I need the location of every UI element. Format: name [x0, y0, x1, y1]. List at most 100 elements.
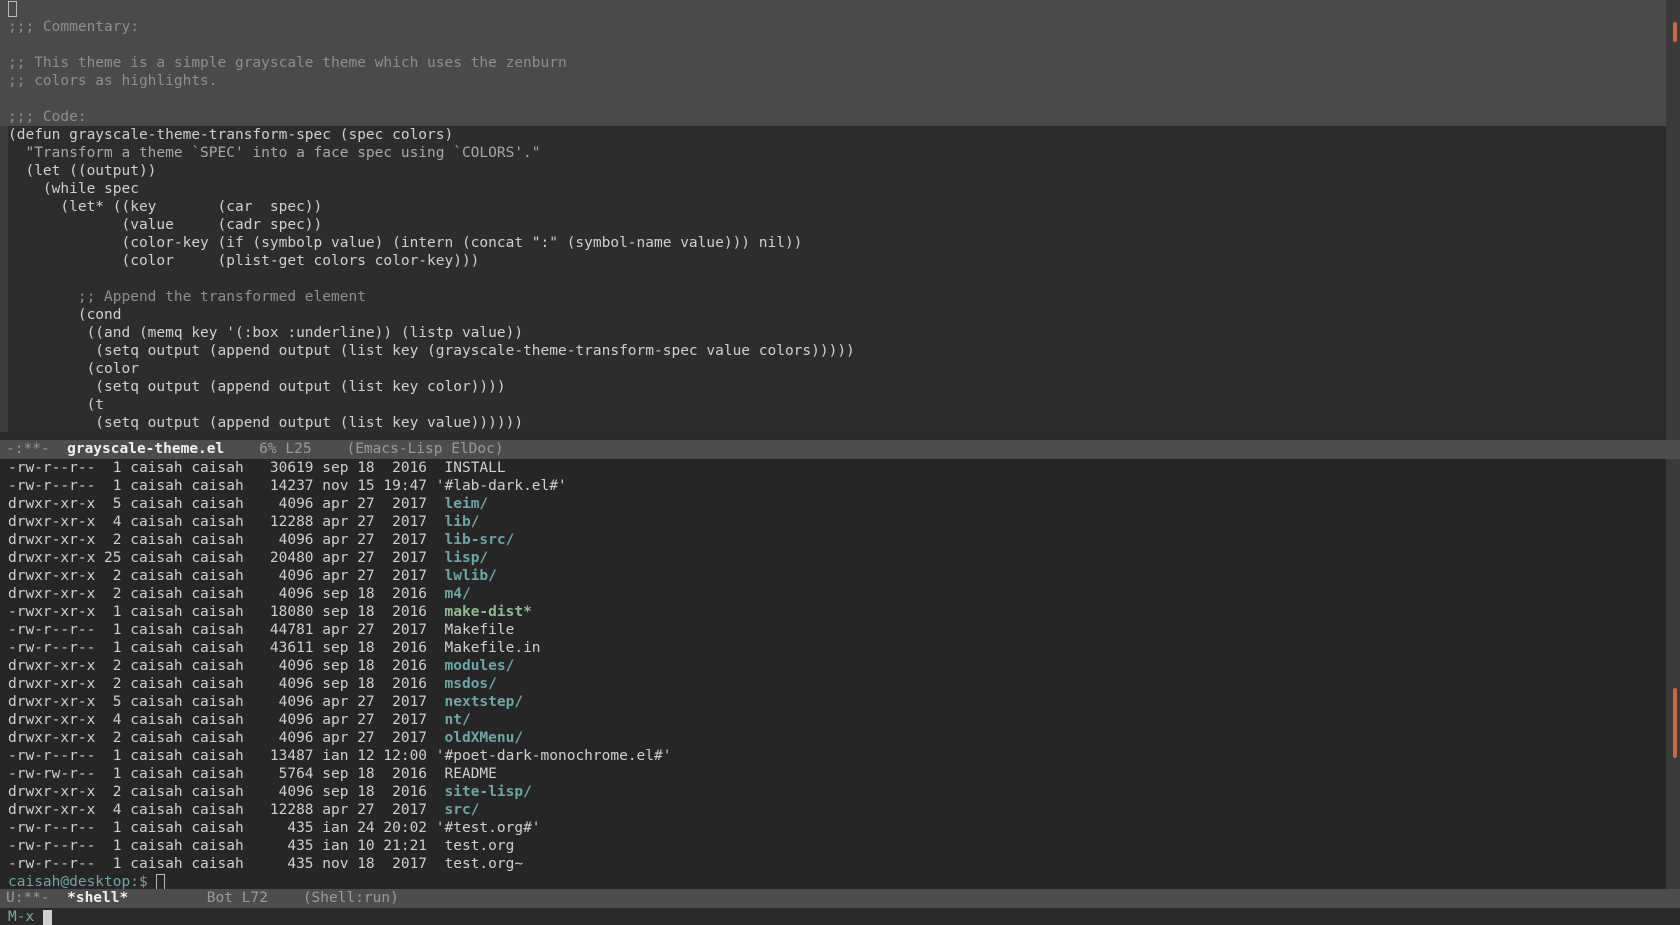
code-line: ;;; Commentary: — [8, 19, 139, 35]
modeline-position: Bot L72 — [128, 890, 303, 906]
top-cursor-line — [0, 0, 1680, 18]
dir-suffix: / — [505, 658, 515, 674]
file-metadata: -rw-r--r-- 1 caisah caisah 30619 sep 18 … — [8, 460, 445, 476]
modeline-shell: U:**- *shell* Bot L72 (Shell:run) — [0, 889, 1680, 908]
file-metadata: -rw-r--r-- 1 caisah caisah 13487 ian 12 … — [8, 748, 436, 764]
code-line: (color-key (if (symbolp value) (intern (… — [8, 235, 803, 251]
dir-suffix: / — [523, 784, 532, 800]
editor-pane[interactable]: ;;; Commentary: ;; This theme is a simpl… — [0, 0, 1680, 440]
code-line: "Transform a theme `SPEC' into a face sp… — [8, 145, 541, 161]
shell-pane[interactable]: -rw-r--r-- 1 caisah caisah 30619 sep 18 … — [0, 459, 1680, 889]
file-name[interactable]: src — [445, 802, 471, 818]
modeline-mode[interactable]: (Emacs-Lisp ElDoc) — [346, 441, 503, 457]
list-item[interactable]: -rw-rw-r-- 1 caisah caisah 5764 sep 18 2… — [0, 765, 1680, 783]
file-name[interactable]: m4 — [445, 586, 462, 602]
list-item[interactable]: drwxr-xr-x 2 caisah caisah 4096 sep 18 2… — [0, 657, 1680, 675]
shell-cursor — [156, 874, 166, 889]
list-item[interactable]: -rwxr-xr-x 1 caisah caisah 18080 sep 18 … — [0, 603, 1680, 621]
shell-prompt-line[interactable]: caisah@desktop:$ — [0, 873, 1680, 889]
file-name[interactable]: lisp — [445, 550, 480, 566]
list-item[interactable]: drwxr-xr-x 5 caisah caisah 4096 apr 27 2… — [0, 693, 1680, 711]
file-name[interactable]: '#poet-dark-monochrome.el#' — [436, 748, 672, 764]
file-name[interactable]: make-dist — [445, 604, 524, 620]
list-item[interactable]: drwxr-xr-x 4 caisah caisah 12288 apr 27 … — [0, 513, 1680, 531]
modeline-position: 6% L25 — [224, 441, 347, 457]
file-name[interactable]: lwlib — [445, 568, 489, 584]
file-name[interactable]: README — [445, 766, 497, 782]
file-metadata: -rw-r--r-- 1 caisah caisah 435 ian 24 20… — [8, 820, 436, 836]
editor-scrollbar[interactable] — [1666, 0, 1680, 440]
file-name[interactable]: modules — [445, 658, 506, 674]
list-item[interactable]: -rw-r--r-- 1 caisah caisah 435 nov 18 20… — [0, 855, 1680, 873]
code-line: (t — [8, 397, 105, 413]
file-metadata: -rw-r--r-- 1 caisah caisah 435 ian 10 21… — [8, 838, 445, 854]
text-cursor — [8, 1, 17, 17]
shell-scroll-thumb[interactable] — [1673, 688, 1677, 758]
code-line: (setq output (append output (list key co… — [8, 379, 506, 395]
list-item[interactable]: drwxr-xr-x 2 caisah caisah 4096 apr 27 2… — [0, 531, 1680, 549]
file-name[interactable]: Makefile — [445, 622, 515, 638]
list-item[interactable]: -rw-r--r-- 1 caisah caisah 435 ian 24 20… — [0, 819, 1680, 837]
file-metadata: -rw-r--r-- 1 caisah caisah 44781 apr 27 … — [8, 622, 445, 638]
list-item[interactable]: drwxr-xr-x 2 caisah caisah 4096 apr 27 2… — [0, 729, 1680, 747]
modeline-buffer-name[interactable]: *shell* — [67, 890, 128, 906]
shell-scrollbar[interactable] — [1666, 459, 1680, 889]
dir-suffix: / — [470, 514, 480, 530]
file-name[interactable]: '#lab-dark.el#' — [436, 478, 567, 494]
list-item[interactable]: drwxr-xr-x 4 caisah caisah 12288 apr 27 … — [0, 801, 1680, 819]
code-line: (setq output (append output (list key (g… — [8, 343, 855, 359]
code-line: ;; This theme is a simple grayscale them… — [8, 55, 567, 71]
list-item[interactable]: -rw-r--r-- 1 caisah caisah 44781 apr 27 … — [0, 621, 1680, 639]
minibuffer-prompt: M-x — [8, 909, 43, 925]
file-name[interactable]: '#test.org#' — [436, 820, 541, 836]
dir-suffix: / — [514, 694, 524, 710]
modeline-mode[interactable]: (Shell:run) — [303, 890, 399, 906]
code-line: (cond — [8, 307, 122, 323]
file-metadata: drwxr-xr-x 4 caisah caisah 4096 apr 27 2… — [8, 712, 445, 728]
file-name[interactable]: Makefile.in — [445, 640, 541, 656]
file-metadata: -rw-r--r-- 1 caisah caisah 14237 nov 15 … — [8, 478, 436, 494]
shell-prompt: caisah@desktop:$ — [8, 874, 157, 889]
file-name[interactable]: lib-src — [445, 532, 506, 548]
list-item[interactable]: drwxr-xr-x 2 caisah caisah 4096 sep 18 2… — [0, 783, 1680, 801]
code-line: ;; colors as highlights. — [8, 73, 218, 89]
dir-suffix: / — [461, 586, 471, 602]
file-metadata: drwxr-xr-x 25 caisah caisah 20480 apr 27… — [8, 550, 445, 566]
file-name[interactable]: lib — [445, 514, 471, 530]
editor-scroll-thumb[interactable] — [1673, 22, 1677, 42]
file-name[interactable]: msdos — [445, 676, 489, 692]
list-item[interactable]: -rw-r--r-- 1 caisah caisah 14237 nov 15 … — [0, 477, 1680, 495]
file-name[interactable]: site-lisp — [445, 784, 524, 800]
file-name[interactable]: INSTALL — [445, 460, 506, 476]
list-item[interactable]: -rw-r--r-- 1 caisah caisah 13487 ian 12 … — [0, 747, 1680, 765]
file-name[interactable]: test.org — [445, 838, 515, 854]
file-metadata: drwxr-xr-x 2 caisah caisah 4096 sep 18 2… — [8, 676, 445, 692]
list-item[interactable]: -rw-r--r-- 1 caisah caisah 43611 sep 18 … — [0, 639, 1680, 657]
file-name[interactable]: nt — [445, 712, 462, 728]
list-item[interactable]: drwxr-xr-x 5 caisah caisah 4096 apr 27 2… — [0, 495, 1680, 513]
minibuffer[interactable]: M-x — [0, 908, 1680, 925]
minibuffer-cursor — [42, 909, 52, 925]
modeline-buffer-name[interactable]: grayscale-theme.el — [67, 441, 224, 457]
list-item[interactable]: -rw-r--r-- 1 caisah caisah 435 ian 10 21… — [0, 837, 1680, 855]
file-name[interactable]: test.org~ — [445, 856, 524, 872]
file-name[interactable]: leim — [445, 496, 480, 512]
list-item[interactable]: drwxr-xr-x 2 caisah caisah 4096 sep 18 2… — [0, 675, 1680, 693]
list-item[interactable]: drwxr-xr-x 4 caisah caisah 4096 apr 27 2… — [0, 711, 1680, 729]
list-item[interactable]: drwxr-xr-x 2 caisah caisah 4096 apr 27 2… — [0, 567, 1680, 585]
code-line: (value (cadr spec)) — [8, 217, 323, 233]
dir-suffix: / — [479, 496, 489, 512]
dir-suffix: / — [514, 730, 524, 746]
code-line: (defun grayscale-theme-transform-spec (s… — [8, 127, 454, 143]
file-name[interactable]: nextstep — [445, 694, 515, 710]
file-name[interactable]: oldXMenu — [445, 730, 515, 746]
code-block: (defun grayscale-theme-transform-spec (s… — [0, 126, 1664, 432]
list-item[interactable]: drwxr-xr-x 25 caisah caisah 20480 apr 27… — [0, 549, 1680, 567]
list-item[interactable]: -rw-r--r-- 1 caisah caisah 30619 sep 18 … — [0, 459, 1680, 477]
dir-suffix: / — [488, 568, 497, 584]
dir-suffix: / — [479, 550, 489, 566]
list-item[interactable]: drwxr-xr-x 2 caisah caisah 4096 sep 18 2… — [0, 585, 1680, 603]
file-metadata: drwxr-xr-x 2 caisah caisah 4096 sep 18 2… — [8, 658, 445, 674]
